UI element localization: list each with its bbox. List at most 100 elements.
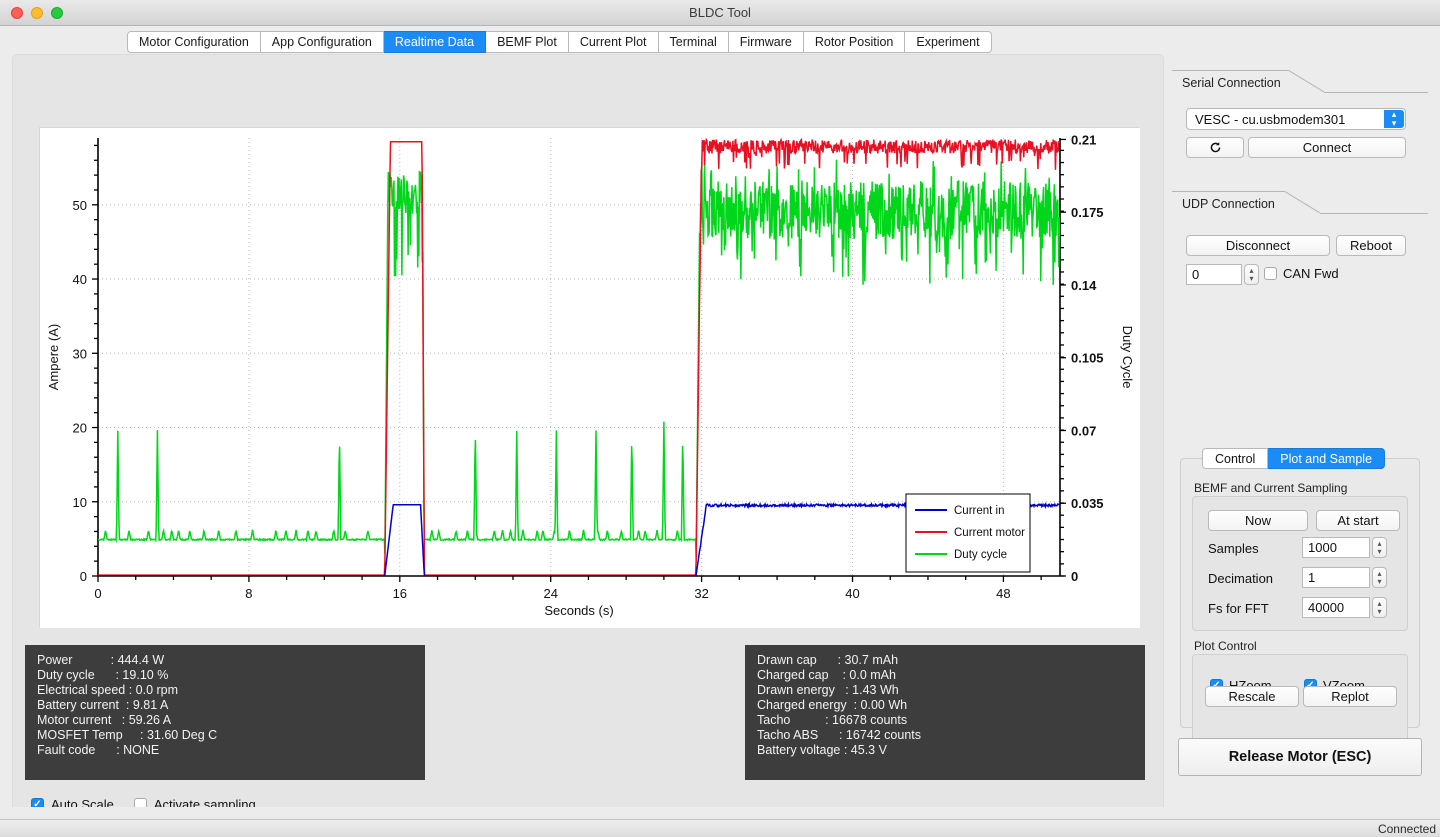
tab-terminal[interactable]: Terminal <box>659 31 729 53</box>
svg-text:Ampere (A): Ampere (A) <box>46 324 61 390</box>
fs-for-fft-value: 40000 <box>1308 600 1344 615</box>
ytick-label: 0 <box>80 569 87 584</box>
sample-at-start-button[interactable]: At start <box>1316 510 1400 531</box>
y2tick-label: 0.105 <box>1071 351 1104 366</box>
tab-realtime-data[interactable]: Realtime Data <box>384 31 486 53</box>
window-title: BLDC Tool <box>0 5 1440 20</box>
tab-label: Rotor Position <box>815 35 894 49</box>
tab-label: Firmware <box>740 35 792 49</box>
status-row-drawn-energy: Drawn energy : 1.43 Wh <box>757 683 1135 698</box>
svg-text:Seconds (s): Seconds (s) <box>544 603 613 618</box>
tab-label: App Configuration <box>272 35 372 49</box>
udp-connection-group: UDP Connection Disconnect Reboot 0 ▴▾ CA… <box>1172 191 1428 291</box>
rtab-control[interactable]: Control <box>1202 448 1268 469</box>
tab-label: Terminal <box>670 35 717 49</box>
current-duty-plot[interactable]: 0816243240480102030405000.0350.070.1050.… <box>39 127 1139 627</box>
refresh-icon <box>1209 141 1222 154</box>
status-bar: Connected <box>0 819 1440 837</box>
y2tick-label: 0.21 <box>1071 132 1096 147</box>
xtick-label: 8 <box>245 586 252 601</box>
tab-label: Current Plot <box>580 35 647 49</box>
replot-button[interactable]: Replot <box>1303 686 1397 707</box>
serial-port-value: VESC - cu.usbmodem301 <box>1195 112 1345 127</box>
group-corner <box>1284 191 1320 214</box>
can-id-stepper[interactable]: ▴▾ <box>1244 264 1259 285</box>
xtick-label: 16 <box>393 586 407 601</box>
status-row-drawn-cap: Drawn cap : 30.7 mAh <box>757 653 1135 668</box>
samples-input[interactable]: 1000 <box>1302 537 1370 558</box>
rescale-button[interactable]: Rescale <box>1205 686 1299 707</box>
release-motor-button[interactable]: Release Motor (ESC) <box>1178 738 1422 776</box>
ytick-label: 20 <box>73 421 87 436</box>
sample-at-start-label: At start <box>1337 513 1378 528</box>
ytick-label: 40 <box>73 272 87 287</box>
y2tick-label: 0.14 <box>1071 278 1097 293</box>
serial-port-combobox[interactable]: VESC - cu.usbmodem301 ▴▾ <box>1186 108 1406 130</box>
decimation-stepper[interactable]: ▴▾ <box>1372 567 1387 588</box>
bottom-strip <box>0 807 1440 819</box>
tab-app-configuration[interactable]: App Configuration <box>261 31 384 53</box>
status-row-motor-current: Motor current : 59.26 A <box>37 713 415 728</box>
xtick-label: 0 <box>94 586 101 601</box>
samples-stepper[interactable]: ▴▾ <box>1372 537 1387 558</box>
group-corner <box>1288 70 1324 93</box>
connect-label: Connect <box>1303 140 1351 155</box>
decimation-label: Decimation <box>1208 571 1273 586</box>
tab-firmware[interactable]: Firmware <box>729 31 804 53</box>
disconnect-button[interactable]: Disconnect <box>1186 235 1330 256</box>
serial-connection-title: Serial Connection <box>1178 76 1285 90</box>
chevron-updown-icon[interactable]: ▴▾ <box>1384 110 1404 128</box>
app-window: BLDC Tool Motor Configuration App Configu… <box>0 0 1440 837</box>
rtab-plot-and-sample[interactable]: Plot and Sample <box>1268 448 1385 469</box>
replot-label: Replot <box>1331 689 1369 704</box>
tab-bemf-plot[interactable]: BEMF Plot <box>486 31 569 53</box>
disconnect-label: Disconnect <box>1226 238 1290 253</box>
tab-label: Control <box>1215 452 1255 466</box>
plot-control-title: Plot Control <box>1194 639 1257 653</box>
main-tabbar: Motor Configuration App Configuration Real… <box>127 31 992 53</box>
decimation-value: 1 <box>1308 570 1315 585</box>
y2tick-label: 0.07 <box>1071 423 1096 438</box>
can-fwd-checkbox[interactable] <box>1264 267 1277 280</box>
tab-label: Plot and Sample <box>1280 452 1372 466</box>
tab-rotor-position[interactable]: Rotor Position <box>804 31 906 53</box>
decimation-input[interactable]: 1 <box>1302 567 1370 588</box>
fs-for-fft-stepper[interactable]: ▴▾ <box>1372 597 1387 618</box>
rescale-label: Rescale <box>1229 689 1276 704</box>
fs-for-fft-input[interactable]: 40000 <box>1302 597 1370 618</box>
reboot-button[interactable]: Reboot <box>1336 235 1406 256</box>
plot-legend: Current inCurrent motorDuty cycle <box>906 494 1030 572</box>
y2tick-label: 0 <box>1071 569 1078 584</box>
tab-motor-configuration[interactable]: Motor Configuration <box>127 31 261 53</box>
can-fwd-label: CAN Fwd <box>1283 266 1339 281</box>
tab-label: Experiment <box>916 35 979 49</box>
serial-refresh-button[interactable] <box>1186 137 1244 158</box>
release-motor-label: Release Motor (ESC) <box>1229 749 1372 765</box>
can-id-input[interactable]: 0 <box>1186 264 1242 285</box>
reboot-label: Reboot <box>1350 238 1392 253</box>
sample-now-button[interactable]: Now <box>1208 510 1308 531</box>
serial-connection-group: Serial Connection VESC - cu.usbmodem301 … <box>1172 70 1428 180</box>
status-row-power: Power : 444.4 W <box>37 653 415 668</box>
sampling-group-title: BEMF and Current Sampling <box>1194 481 1347 495</box>
y2tick-label: 0.175 <box>1071 205 1104 220</box>
right-sidebar: Serial Connection VESC - cu.usbmodem301 … <box>1172 38 1428 814</box>
y2tick-label: 0.035 <box>1071 496 1104 511</box>
tab-label: Realtime Data <box>395 35 474 49</box>
ytick-label: 50 <box>73 198 87 213</box>
ytick-label: 10 <box>73 495 87 510</box>
main-content: Motor Configuration App Configuration Real… <box>0 26 1440 819</box>
legend-label: Current motor <box>954 527 1025 539</box>
xtick-label: 48 <box>996 586 1010 601</box>
ytick-label: 30 <box>73 346 87 361</box>
xtick-label: 24 <box>543 586 557 601</box>
tab-label: BEMF Plot <box>497 35 557 49</box>
realtime-data-panel: 0816243240480102030405000.0350.070.1050.… <box>12 54 1164 814</box>
status-row-battery-current: Battery current : 9.81 A <box>37 698 415 713</box>
tab-label: Motor Configuration <box>139 35 249 49</box>
xtick-label: 40 <box>845 586 859 601</box>
tab-experiment[interactable]: Experiment <box>905 31 991 53</box>
tab-current-plot[interactable]: Current Plot <box>569 31 659 53</box>
connect-button[interactable]: Connect <box>1248 137 1406 158</box>
legend-label: Current in <box>954 505 1005 517</box>
